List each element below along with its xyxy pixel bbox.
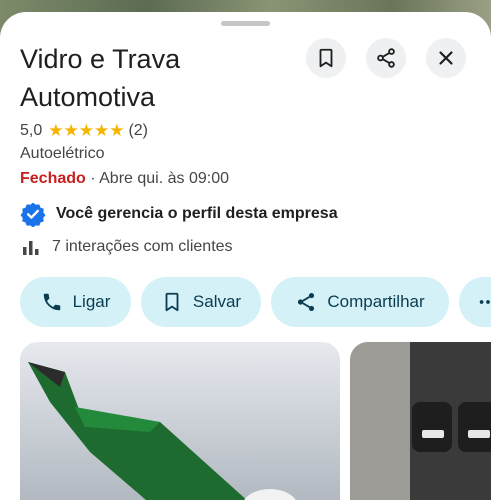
drag-handle[interactable]	[221, 21, 270, 26]
place-photo-product[interactable]	[350, 342, 491, 500]
call-button[interactable]: Ligar	[20, 277, 131, 327]
close-icon	[439, 51, 453, 65]
save-button[interactable]	[306, 38, 346, 78]
call-label: Ligar	[72, 292, 111, 311]
save-chip-button[interactable]: Salvar	[141, 277, 261, 327]
managed-profile-text: Você gerencia o perfil desta empresa	[56, 205, 338, 222]
storefront-photo	[20, 342, 340, 500]
verified-badge-icon	[20, 202, 46, 227]
share-button[interactable]	[366, 38, 406, 78]
rating-stars: ★★★★★	[48, 121, 125, 140]
bookmark-icon	[319, 48, 333, 68]
share-label: Compartilhar	[327, 292, 425, 311]
more-icon	[479, 300, 490, 304]
rating-value: 5,0	[20, 122, 43, 139]
status-closed: Fechado	[20, 170, 86, 187]
place-category[interactable]: Autoelétrico	[20, 145, 105, 163]
close-button[interactable]	[426, 38, 466, 78]
hours-text: · Abre qui. às 09:00	[85, 170, 229, 187]
managed-profile-row[interactable]: Você gerencia o perfil desta empresa	[20, 201, 338, 227]
interactions-text: 7 interações com clientes	[52, 238, 233, 255]
interactions-row[interactable]: 7 interações com clientes	[22, 236, 233, 258]
bookmark-icon	[165, 292, 179, 312]
bar-chart-icon	[23, 241, 39, 255]
opening-hours[interactable]: Fechado · Abre qui. às 09:00	[20, 170, 229, 188]
share-chip-button[interactable]: Compartilhar	[271, 277, 449, 327]
share-icon	[377, 48, 395, 68]
review-count: (2)	[128, 122, 149, 139]
window-switch-photo	[350, 342, 491, 500]
place-title: Vidro e Trava Automotiva	[20, 44, 181, 112]
place-details-sheet: Vidro e Trava Automotiva 5,0 ★★★★★ (2) A…	[0, 12, 491, 500]
share-icon	[298, 293, 315, 311]
save-label: Salvar	[192, 292, 242, 311]
more-button[interactable]	[459, 277, 491, 327]
place-photo-exterior[interactable]	[20, 342, 340, 500]
action-chips: Ligar Salvar Compartilhar	[20, 277, 491, 327]
rating-row[interactable]: 5,0 ★★★★★ (2)	[20, 120, 148, 142]
phone-icon	[43, 293, 60, 311]
